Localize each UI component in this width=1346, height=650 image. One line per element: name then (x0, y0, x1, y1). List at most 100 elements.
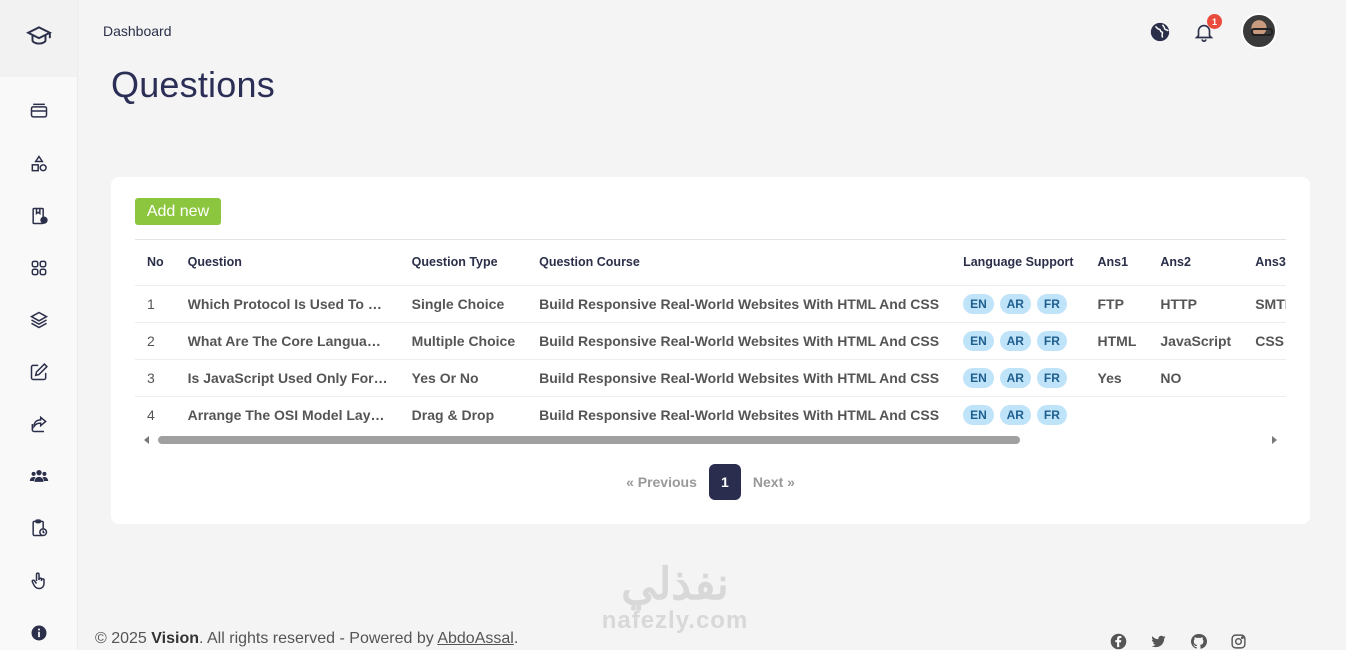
sidebar-item-drag[interactable] (27, 569, 51, 593)
language-support: EN AR FR (951, 321, 1086, 359)
footer-author-link[interactable]: AbdoAssal (437, 630, 514, 647)
sidebar (0, 0, 78, 650)
table-row[interactable]: 4 Arrange The OSI Model Layers In Order … (135, 395, 1286, 433)
instagram-link[interactable] (1229, 632, 1247, 650)
page-title: Questions (111, 64, 275, 105)
scroll-right-arrow-icon[interactable] (1272, 436, 1277, 444)
instagram-icon (1230, 633, 1246, 649)
answer-2: JavaScript (1148, 321, 1244, 359)
answer-2: NO (1148, 358, 1244, 396)
row-number: 2 (135, 321, 176, 359)
lang-badge-en: EN (963, 367, 994, 388)
sidebar-item-share[interactable] (27, 412, 51, 436)
twitter-link[interactable] (1149, 632, 1167, 650)
watermark-latin: nafezly.com (601, 607, 749, 634)
current-page-button[interactable]: 1 (708, 464, 741, 500)
lang-badge-ar: AR (999, 367, 1031, 388)
question-course: Build Responsive Real-World Websites Wit… (527, 284, 952, 322)
column-header-ans2: Ans2 (1160, 255, 1191, 270)
answer-3 (1243, 395, 1286, 433)
language-support: EN AR FR (951, 395, 1086, 433)
previous-page-link[interactable]: « Previous (626, 474, 697, 490)
notification-count-badge: 1 (1207, 14, 1222, 29)
table-header-row: No Question Question Type Question Cours… (135, 240, 1286, 285)
pagination: « Previous 1 Next » (111, 464, 1310, 500)
question-text: Is JavaScript Used Only For Frontend (187, 370, 388, 387)
column-header-no: No (147, 255, 164, 270)
row-number: 4 (135, 395, 176, 433)
globe-icon (1150, 22, 1170, 42)
sidebar-logo[interactable] (0, 0, 77, 77)
questions-table: No Question Question Type Question Cours… (135, 240, 1286, 433)
horizontal-scrollbar[interactable] (135, 433, 1286, 447)
row-number: 3 (135, 358, 176, 396)
footer-rights-text: . All rights reserved - Powered by (199, 630, 438, 647)
table-row[interactable]: 3 Is JavaScript Used Only For Frontend Y… (135, 358, 1286, 396)
sidebar-item-schedule[interactable] (27, 516, 51, 540)
table-row[interactable]: 1 Which Protocol Is Used To Transfer Fil… (135, 284, 1286, 322)
lang-badge-fr: FR (1036, 367, 1067, 388)
clipboard-clock-icon (32, 519, 48, 537)
shapes-icon (31, 155, 47, 172)
inbox-icon (30, 103, 48, 118)
lang-badge-ar: AR (999, 404, 1031, 425)
question-type: Yes Or No (399, 358, 528, 396)
facebook-link[interactable] (1109, 632, 1127, 650)
question-text: Arrange The OSI Model Layers In Order (187, 407, 388, 424)
lang-badge-fr: FR (1036, 330, 1067, 351)
sidebar-item-info[interactable] (27, 621, 51, 645)
footer-copyright: © 2025 Vision. All rights reserved - Pow… (95, 630, 518, 648)
graduation-cap-icon[interactable] (25, 23, 52, 54)
sidebar-item-users[interactable] (27, 464, 51, 488)
question-course: Build Responsive Real-World Websites Wit… (527, 395, 952, 433)
info-icon (31, 625, 47, 641)
question-course: Build Responsive Real-World Websites Wit… (527, 321, 952, 359)
scrollbar-thumb[interactable] (158, 436, 1020, 444)
facebook-icon (1110, 633, 1126, 649)
answer-3 (1243, 358, 1286, 396)
question-text: What Are The Core Languages Of The Web (187, 333, 388, 350)
column-header-ans3: Ans3 (1255, 255, 1286, 270)
sidebar-item-grid[interactable] (27, 256, 51, 280)
avatar[interactable] (1241, 13, 1277, 49)
lang-badge-ar: AR (999, 293, 1031, 314)
add-new-button[interactable]: Add new (135, 198, 221, 225)
footer-end-text: . (513, 630, 519, 647)
answer-2: HTTP (1148, 284, 1244, 322)
edit-icon (30, 363, 48, 381)
language-button[interactable] (1148, 20, 1172, 44)
lang-badge-ar: AR (999, 330, 1031, 351)
language-support: EN AR FR (951, 284, 1086, 322)
column-header-question: Question (187, 255, 242, 270)
sidebar-item-layers[interactable] (27, 308, 51, 332)
sidebar-item-edit[interactable] (27, 360, 51, 384)
next-page-link[interactable]: Next » (753, 474, 795, 490)
lang-badge-fr: FR (1036, 404, 1067, 425)
breadcrumb[interactable]: Dashboard (103, 23, 172, 39)
scroll-left-arrow-icon[interactable] (144, 436, 149, 444)
sidebar-item-courses[interactable] (27, 204, 51, 228)
footer-copyright-text: © 2025 (95, 630, 152, 647)
sidebar-item-shapes[interactable] (27, 152, 51, 176)
questions-table-container: No Question Question Type Question Cours… (135, 239, 1286, 450)
question-course: Build Responsive Real-World Websites Wit… (527, 358, 952, 396)
question-type: Multiple Choice (399, 321, 528, 359)
question-type: Single Choice (399, 284, 528, 322)
grid-icon (31, 260, 47, 276)
lang-badge-fr: FR (1036, 293, 1067, 314)
github-icon (1190, 633, 1207, 649)
layers-icon (29, 311, 49, 329)
table-row[interactable]: 2 What Are The Core Languages Of The Web… (135, 321, 1286, 359)
watermark: نفذلي nafezly.com (590, 562, 760, 634)
sidebar-item-inbox[interactable] (27, 99, 51, 123)
github-link[interactable] (1189, 632, 1207, 650)
column-header-language-support: Language Support (963, 255, 1074, 270)
questions-card: Add new No Question Question Type Questi… (111, 177, 1310, 524)
hand-tap-icon (31, 572, 45, 590)
notifications-button[interactable]: 1 (1192, 14, 1222, 44)
answer-1: FTP (1085, 284, 1149, 322)
book-add-icon (32, 207, 48, 225)
answer-3: SMTP (1243, 284, 1286, 322)
answer-3: CSS (1243, 321, 1286, 359)
lang-badge-en: EN (963, 404, 994, 425)
